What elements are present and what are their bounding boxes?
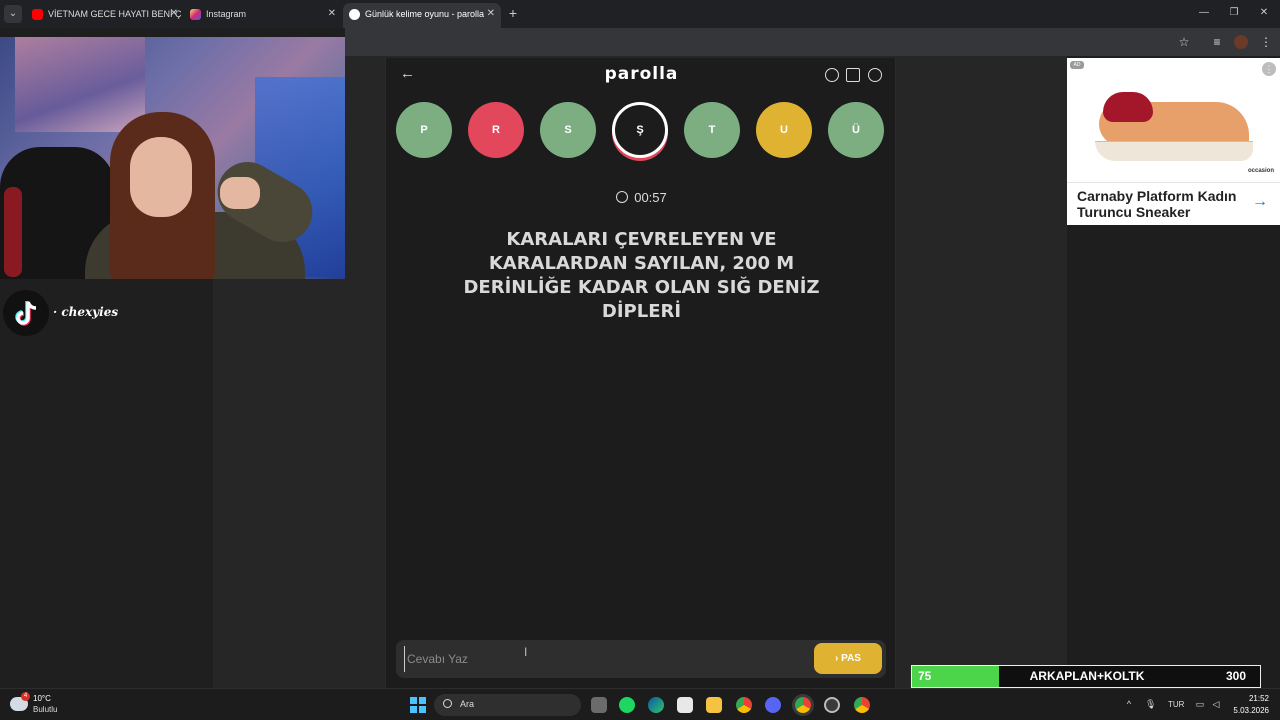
discord-icon[interactable] <box>765 697 781 713</box>
ad-brand: occasion <box>1247 168 1274 174</box>
new-tab-button[interactable]: + <box>505 5 521 21</box>
text-cursor-icon: I <box>524 645 528 659</box>
clock-date[interactable]: 5.03.2026 <box>1232 706 1269 715</box>
file-explorer-icon[interactable] <box>706 697 722 713</box>
tab-parolla[interactable]: Günlük kelime oyunu - parolla ✕ <box>343 3 501 28</box>
parolla-app: ← parolla P R S Ş T U Ü 00:57 KARALARI Ç… <box>385 58 896 688</box>
youtube-icon <box>32 9 43 20</box>
tab-title: VİETNAM GECE HAYATI BENİ Ç <box>48 9 182 19</box>
answer-bar: › PAS <box>396 640 886 678</box>
letter-circle: R <box>468 102 524 158</box>
streamer-webcam <box>0 37 345 279</box>
microphone-icon[interactable]: 🎙 <box>1145 699 1156 709</box>
letter-text: U <box>780 124 788 136</box>
tab-search-button[interactable]: ⌄ <box>4 5 22 23</box>
profile-icon[interactable] <box>868 68 882 82</box>
search-placeholder: Ara <box>460 699 475 709</box>
countdown-timer: 00:57 <box>386 190 897 205</box>
arrow-right-icon[interactable]: → <box>1252 193 1268 211</box>
letter-circle: P <box>396 102 452 158</box>
weather-badge: 4 <box>21 692 30 701</box>
tab-instagram[interactable]: Instagram ✕ <box>184 3 342 28</box>
goal-progress-bar: 75 ARKAPLAN+KOLTK 300 <box>911 665 1261 688</box>
letter-circle: T <box>684 102 740 158</box>
window-close-button[interactable]: ✕ <box>1256 5 1272 21</box>
language-indicator[interactable]: TUR <box>1168 700 1184 709</box>
page-margin-left <box>213 279 345 688</box>
chevron-up-icon[interactable]: ^ <box>1124 699 1134 709</box>
profile-avatar[interactable] <box>1234 35 1248 49</box>
goal-target: 300 <box>1225 669 1246 683</box>
sneaker-image <box>1095 86 1253 166</box>
stats-icon[interactable] <box>846 68 860 82</box>
ad-title: Carnaby Platform Kadın Turuncu Sneaker <box>1077 188 1237 220</box>
task-view-icon[interactable] <box>591 697 607 713</box>
tab-title: Instagram <box>206 9 247 19</box>
timer-value: 00:57 <box>634 190 667 205</box>
streamer-username: · chexyies <box>53 305 119 319</box>
tab-youtube[interactable]: VİETNAM GECE HAYATI BENİ Ç ✕ <box>26 3 184 28</box>
bookmark-star-icon[interactable]: ☆ <box>1176 34 1192 50</box>
network-icon[interactable]: ▭ <box>1195 699 1205 709</box>
steam-icon[interactable] <box>824 697 840 713</box>
store-icon[interactable] <box>677 697 693 713</box>
tab-title: Günlük kelime oyunu - parolla <box>365 9 485 19</box>
letter-circle: Ü <box>828 102 884 158</box>
chrome-profile-icon[interactable] <box>854 697 870 713</box>
close-icon[interactable]: ✕ <box>487 3 495 25</box>
minimize-button[interactable]: — <box>1196 5 1212 21</box>
weather-description[interactable]: Bulutlu <box>33 705 57 714</box>
parolla-favicon-icon <box>349 9 360 20</box>
letter-text: S <box>564 124 572 136</box>
instagram-icon <box>190 9 201 20</box>
info-icon[interactable] <box>825 68 839 82</box>
volume-icon[interactable]: ◁ <box>1211 699 1221 709</box>
spotify-icon[interactable] <box>619 697 635 713</box>
stream-side-panel <box>0 279 213 688</box>
chevron-right-icon: › <box>835 653 839 664</box>
letter-circle: U <box>756 102 812 158</box>
goal-label: ARKAPLAN+KOLTK <box>1029 669 1145 683</box>
windows-taskbar: 4 10°C Bulutlu Ara ^ 🎙 TUR ▭ ◁ 21:52 5.0… <box>0 688 1280 720</box>
restore-button[interactable]: ❐ <box>1226 5 1242 21</box>
letter-text: R <box>492 124 500 136</box>
taskbar-search[interactable]: Ara <box>434 694 581 716</box>
letter-text: T <box>708 124 716 136</box>
windows-start-icon[interactable] <box>410 697 426 713</box>
search-icon <box>443 699 452 708</box>
ad-badge: AD <box>1070 61 1084 69</box>
pass-label: PAS <box>841 653 861 664</box>
question-text: KARALARI ÇEVRELEYEN VE KARALARDAN SAYILA… <box>463 229 820 322</box>
sidebar-ad[interactable]: AD ⋮ occasion Carnaby Platform Kadın Tur… <box>1067 58 1280 225</box>
browser-menu-icon[interactable]: ⋮ <box>1258 34 1274 50</box>
clock-time[interactable]: 21:52 <box>1245 694 1269 703</box>
tiktok-logo-icon <box>3 290 49 336</box>
goal-current: 75 <box>918 669 932 683</box>
letter-text: Ü <box>852 124 860 136</box>
browser-tabstrip: ⌄ VİETNAM GECE HAYATI BENİ Ç ✕ Instagram… <box>0 0 1280 28</box>
clock-icon <box>616 191 629 203</box>
close-icon[interactable]: ✕ <box>170 3 178 25</box>
letter-circle-current: Ş <box>612 102 668 158</box>
ad-options-icon[interactable]: ⋮ <box>1262 62 1276 76</box>
chrome-icon[interactable] <box>736 697 752 713</box>
answer-input[interactable] <box>404 646 804 672</box>
app-logo: parolla <box>604 64 679 84</box>
media-control-icon[interactable]: ≡ <box>1209 34 1225 50</box>
close-icon[interactable]: ✕ <box>328 3 336 25</box>
letter-wheel: P R S Ş T U Ü <box>396 102 887 162</box>
chrome-active-icon[interactable] <box>795 697 811 713</box>
weather-temperature[interactable]: 10°C <box>33 694 51 703</box>
letter-text: P <box>420 124 428 136</box>
pass-button[interactable]: › PAS <box>814 643 882 674</box>
browser-toolbar: ☆ ≡ ⋮ <box>345 28 1280 56</box>
edge-icon[interactable] <box>648 697 664 713</box>
letter-circle: S <box>540 102 596 158</box>
letter-text: Ş <box>636 124 644 136</box>
